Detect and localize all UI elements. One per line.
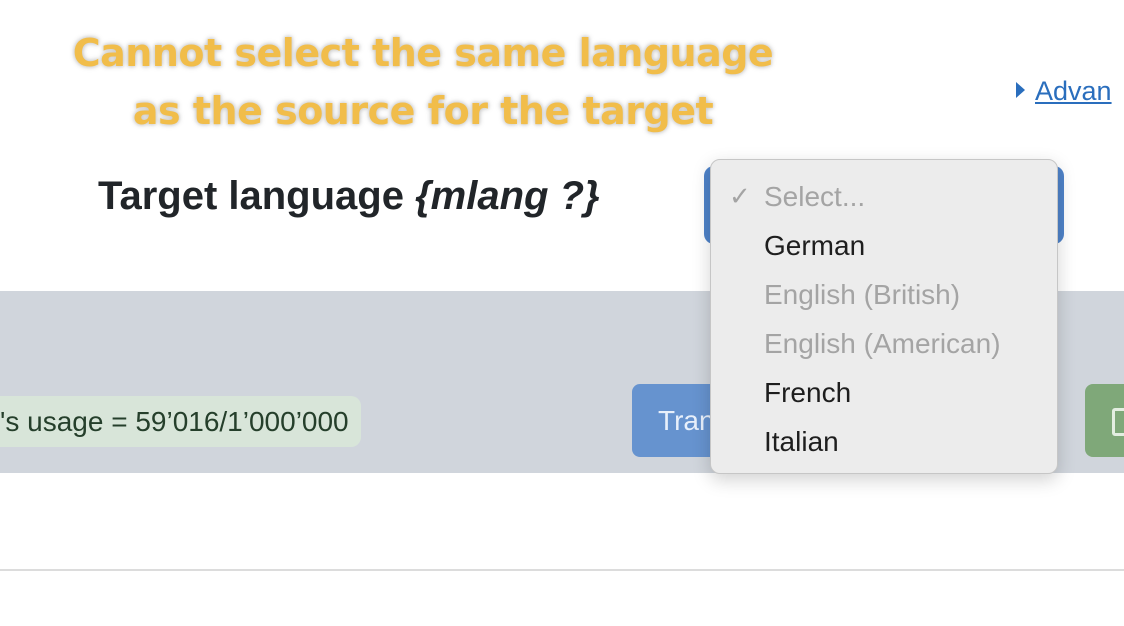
section-divider bbox=[0, 569, 1124, 571]
usage-badge: 's usage = 59’016/1’000’000 bbox=[0, 396, 361, 447]
option-label: English (British) bbox=[764, 279, 961, 310]
advanced-options-link[interactable]: Advan bbox=[1016, 76, 1112, 107]
advanced-link-label: Advan bbox=[1035, 76, 1112, 106]
option-label: Italian bbox=[764, 426, 839, 457]
target-language-text: Target language bbox=[98, 174, 404, 218]
option-german[interactable]: German bbox=[711, 221, 1057, 270]
annotation-line-2: as the source for the target bbox=[132, 88, 715, 134]
option-italian[interactable]: Italian bbox=[711, 417, 1057, 466]
option-english-american[interactable]: English (American) bbox=[711, 319, 1057, 368]
option-select-placeholder[interactable]: ✓ Select... bbox=[711, 172, 1057, 221]
option-label: French bbox=[764, 377, 852, 408]
option-english-british[interactable]: English (British) bbox=[711, 270, 1057, 319]
target-language-variable: {mlang ?} bbox=[415, 174, 600, 218]
triangle-right-icon bbox=[1016, 82, 1025, 98]
target-language-label: Target language {mlang ?} bbox=[98, 174, 600, 219]
option-french[interactable]: French bbox=[711, 368, 1057, 417]
floppy-disk-icon bbox=[1112, 408, 1124, 436]
annotation-callout: Cannot select the same language as the s… bbox=[0, 24, 846, 140]
option-label: English (American) bbox=[764, 328, 1001, 359]
option-label: German bbox=[764, 230, 866, 261]
save-button[interactable] bbox=[1085, 384, 1124, 457]
target-language-dropdown: ✓ Select... German English (British) Eng… bbox=[710, 159, 1058, 474]
annotation-line-1: Cannot select the same language bbox=[72, 30, 775, 76]
checkmark-icon: ✓ bbox=[729, 181, 751, 211]
option-label: Select... bbox=[764, 181, 866, 212]
